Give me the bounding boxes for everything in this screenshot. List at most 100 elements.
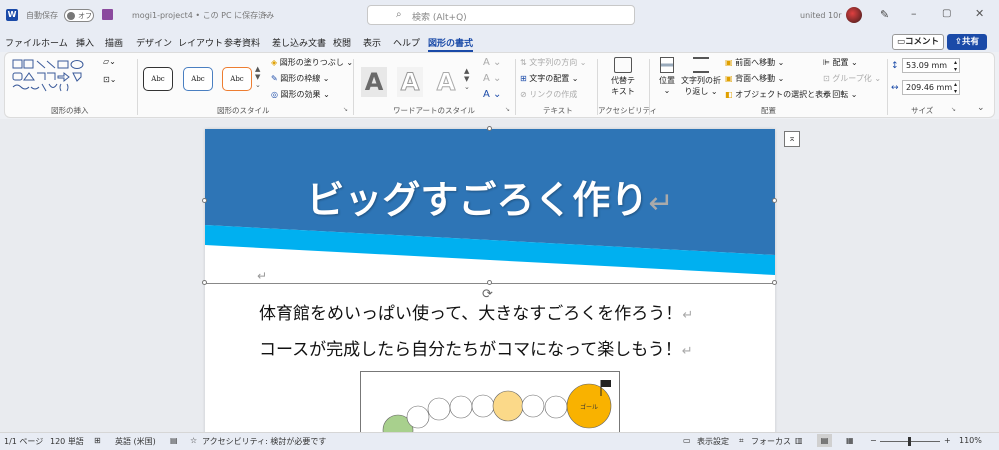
search-box[interactable]: ⌕ 検索 (Alt+Q) (367, 5, 635, 25)
pen-icon[interactable]: ✎ (880, 8, 889, 21)
dialog-launcher-icon[interactable]: ↘ (505, 106, 510, 113)
text-align-button[interactable]: ⊞ 文字の配置 ⌄ (520, 73, 579, 84)
zoom-out-button[interactable]: − (870, 436, 877, 445)
tab-file[interactable]: ファイル (5, 36, 41, 49)
resize-handle[interactable] (772, 198, 777, 203)
tab-help[interactable]: ヘルプ (393, 36, 420, 49)
resize-handle[interactable] (487, 126, 492, 131)
shape-style-2[interactable]: Abc (183, 67, 213, 91)
wrap-text-button[interactable]: 文字列の折 り返し ⌄ (681, 57, 721, 101)
comment-button[interactable]: ▭コメント (892, 34, 944, 50)
wordart-style-3[interactable]: A (433, 67, 459, 97)
word-count[interactable]: 120 単語 (50, 436, 84, 447)
page-count[interactable]: 1/1 ページ (4, 436, 43, 447)
zoom-slider-thumb[interactable] (908, 437, 911, 446)
wordart-style-2[interactable]: A (397, 67, 423, 97)
banner-shape[interactable]: ビッグすごろく作り↵ (205, 129, 775, 275)
share-button[interactable]: ⇪共有 (947, 34, 987, 50)
close-icon[interactable]: ✕ (975, 7, 984, 20)
accessibility-icon[interactable]: ☆ (190, 436, 197, 445)
tab-references[interactable]: 参考資料 (224, 36, 260, 49)
shape-effects-button[interactable]: ◎ 図形の効果 ⌄ (271, 89, 330, 100)
tab-design[interactable]: デザイン (136, 36, 172, 49)
wordart-styles-label: ワードアートのスタイル (393, 106, 476, 115)
focus-icon[interactable]: ⌗ (739, 436, 744, 446)
bring-forward-button[interactable]: ▣ 前面へ移動 ⌄ (725, 57, 784, 68)
body-line-2[interactable]: コースが完成したら自分たちがコマになって楽しもう！↵ (259, 335, 693, 360)
sugoroku-diagram[interactable]: ゴール (360, 371, 620, 432)
rotate-button[interactable]: ⟲ 回転 ⌄ (823, 89, 858, 100)
shape-width-input[interactable]: 209.46 mm ▴ ▾ (902, 80, 960, 95)
position-button[interactable]: 位置 ⌄ (655, 57, 679, 101)
tab-draw[interactable]: 描画 (105, 36, 123, 49)
print-layout-icon[interactable]: ▤ (817, 434, 832, 447)
focus-mode[interactable]: フォーカス (751, 436, 791, 447)
display-settings-icon[interactable]: ▭ (683, 436, 691, 445)
create-link-label: リンクの作成 (529, 90, 578, 99)
autosave-toggle[interactable]: オフ (64, 9, 94, 22)
display-settings[interactable]: 表示設定 (697, 436, 729, 447)
chevron-down-icon[interactable]: ⌄ (262, 9, 269, 18)
paragraph-mark: ↵ (681, 344, 693, 359)
shape-outline-button[interactable]: ✎ 図形の枠線 ⌄ (271, 73, 330, 84)
text-effects-icon[interactable]: A ⌄ (483, 89, 501, 100)
macro-icon[interactable]: ▤ (170, 436, 178, 445)
text-fill-icon: A ⌄ (483, 57, 502, 68)
align-objects-icon: ⊫ (823, 58, 830, 67)
document-name[interactable]: mogi1-project4 • この PC に保存済み (132, 10, 274, 21)
maximize-icon[interactable]: ▢ (942, 8, 951, 19)
shape-fill-button[interactable]: ◈ 図形の塗りつぶし ⌄ (271, 57, 353, 68)
alt-text-label-1: 代替テ (611, 76, 635, 85)
tab-home[interactable]: ホーム (41, 36, 68, 49)
tab-view[interactable]: 表示 (363, 36, 381, 49)
ribbon-collapse-icon[interactable]: ⌄ (977, 103, 985, 113)
style-gallery-scroll[interactable]: ▲ ▼ ⌄ (255, 65, 261, 89)
proofing-icon[interactable]: ⊞ (94, 436, 101, 445)
dialog-launcher-icon[interactable]: ↘ (951, 106, 956, 113)
separator (649, 59, 650, 115)
document-page[interactable]: ビッグすごろく作り↵ ⟳ ↵ 体育館をめいっぱい使って、大きなすごろくを作ろう！… (202, 126, 777, 432)
zoom-level[interactable]: 110% (959, 436, 982, 445)
textbox-icon[interactable]: ⊡⌄ (103, 75, 116, 84)
zoom-in-button[interactable]: + (944, 436, 951, 445)
shape-gallery[interactable] (11, 57, 99, 101)
web-layout-icon[interactable]: ▦ (846, 436, 854, 445)
wordart-scroll[interactable]: ▲ ▼ ⌄ (464, 67, 470, 91)
selection-pane-button[interactable]: ◧ オブジェクトの選択と表示 (725, 89, 831, 100)
zoom-slider[interactable] (880, 437, 940, 446)
shape-height-input[interactable]: 53.09 mm ▴ ▾ (902, 58, 960, 73)
shape-effects-label: 図形の効果 (280, 90, 321, 99)
tab-shape-format[interactable]: 図形の書式 (428, 36, 474, 52)
layout-options-icon[interactable]: ⌅ (784, 131, 800, 147)
resize-handle[interactable] (487, 280, 492, 285)
create-link-button: ⊘ リンクの作成 (520, 90, 578, 99)
language[interactable]: 英語 (米国) (115, 436, 156, 447)
banner-title[interactable]: ビッグすごろく作り↵ (205, 169, 775, 224)
resize-handle[interactable] (202, 280, 207, 285)
alt-text-button[interactable]: 代替テ キスト (605, 57, 641, 101)
send-backward-button[interactable]: ▣ 背面へ移動 ⌄ (725, 73, 784, 84)
edit-shape-icon[interactable]: ▱⌄ (103, 57, 116, 66)
save-icon[interactable] (102, 9, 113, 20)
tab-layout[interactable]: レイアウト (178, 36, 223, 49)
body-line-1[interactable]: 体育館をめいっぱい使って、大きなすごろくを作ろう！↵ (259, 299, 693, 324)
document-canvas: ビッグすごろく作り↵ ⟳ ↵ 体育館をめいっぱい使って、大きなすごろくを作ろう！… (0, 119, 999, 432)
width-spinner-icon[interactable]: ▴ ▾ (953, 81, 957, 94)
resize-handle[interactable] (772, 280, 777, 285)
comment-icon: ▭ (896, 37, 905, 47)
shape-style-1[interactable]: Abc (143, 67, 173, 91)
tab-review[interactable]: 校閲 (333, 36, 351, 49)
height-spinner-icon[interactable]: ▴ ▾ (954, 59, 957, 73)
share-label: 共有 (962, 37, 980, 47)
align-button[interactable]: ⊫ 配置 ⌄ (823, 57, 858, 68)
resize-handle[interactable] (202, 198, 207, 203)
avatar[interactable] (846, 7, 862, 23)
shape-style-3[interactable]: Abc (222, 67, 252, 91)
tab-insert[interactable]: 挿入 (76, 36, 94, 49)
minimize-icon[interactable]: – (911, 7, 917, 20)
wordart-style-1[interactable]: A (361, 67, 387, 97)
accessibility-status[interactable]: アクセシビリティ: 検討が必要です (202, 436, 326, 447)
dialog-launcher-icon[interactable]: ↘ (343, 106, 348, 113)
tab-mailings[interactable]: 差し込み文書 (272, 36, 326, 49)
read-mode-icon[interactable]: ▥ (795, 436, 803, 445)
